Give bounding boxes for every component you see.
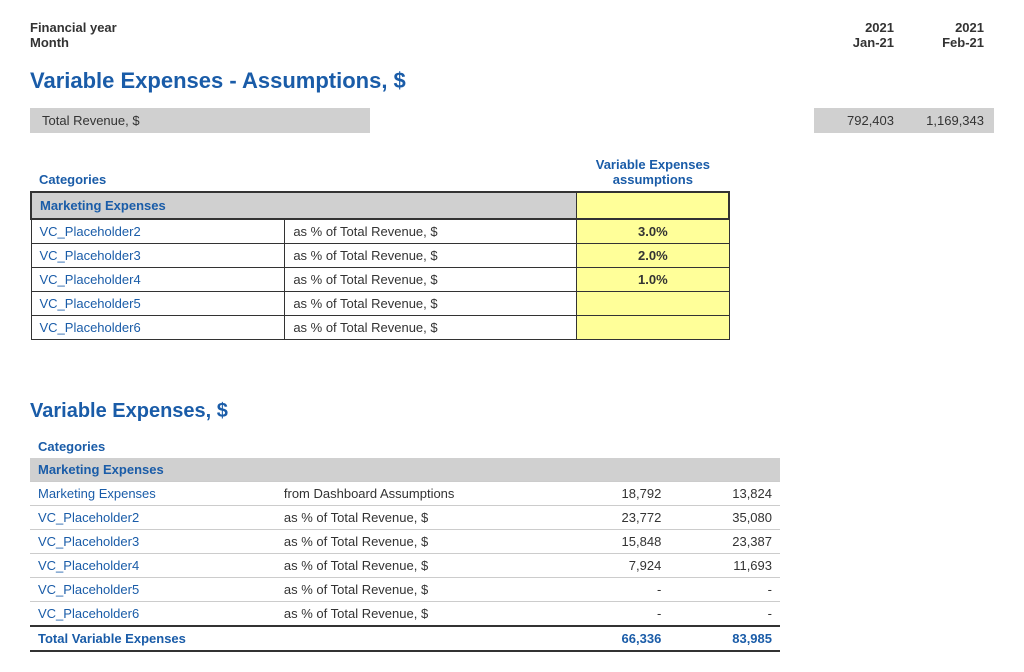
assumptions-table: Categories Variable Expenses assumptions… xyxy=(30,153,730,340)
ve-col-desc xyxy=(276,435,559,458)
ve-group-header: Marketing Expenses xyxy=(30,458,780,482)
total-revenue-label: Total Revenue, $ xyxy=(30,108,370,133)
header-columns: 2021 Jan-21 2021 Feb-21 xyxy=(814,20,994,50)
ve-col-header: Categories xyxy=(30,435,780,458)
fy-label: Financial year xyxy=(30,20,117,35)
total-revenue-row: Total Revenue, $ 792,403 1,169,343 xyxy=(30,108,994,133)
table-row: VC_Placeholder5 as % of Total Revenue, $ xyxy=(31,292,729,316)
ve-section-title: Variable Expenses, $ xyxy=(30,400,994,423)
ve-col-categories: Categories xyxy=(30,435,276,458)
table-row: VC_Placeholder4 as % of Total Revenue, $… xyxy=(30,554,780,578)
table-row: VC_Placeholder3 as % of Total Revenue, $… xyxy=(31,244,729,268)
total-revenue-col1: 792,403 xyxy=(814,108,904,133)
table-row: VC_Placeholder2 as % of Total Revenue, $… xyxy=(30,506,780,530)
table-row: VC_Placeholder6 as % of Total Revenue, $ xyxy=(31,316,729,340)
total-revenue-col2: 1,169,343 xyxy=(904,108,994,133)
ve-table: Categories Marketing Expenses Marketing … xyxy=(30,435,780,652)
col2-fy: 2021 xyxy=(904,20,984,35)
header-left: Financial year Month xyxy=(30,20,117,50)
table-row: VC_Placeholder3 as % of Total Revenue, $… xyxy=(30,530,780,554)
assumptions-title: Variable Expenses - Assumptions, $ xyxy=(30,68,994,94)
col-desc-header xyxy=(285,153,577,192)
group-header-label: Marketing Expenses xyxy=(31,192,577,219)
table-row: VC_Placeholder6 as % of Total Revenue, $… xyxy=(30,602,780,627)
table-row: VC_Placeholder2 as % of Total Revenue, $… xyxy=(31,219,729,244)
table-row: VC_Placeholder5 as % of Total Revenue, $… xyxy=(30,578,780,602)
assumptions-group-header: Marketing Expenses xyxy=(31,192,729,219)
month-label: Month xyxy=(30,35,117,50)
ve-total-col1: 66,336 xyxy=(559,626,670,651)
ve-total-label: Total Variable Expenses xyxy=(30,626,559,651)
col2-header: 2021 Feb-21 xyxy=(904,20,994,50)
variable-expenses-section: Variable Expenses, $ Categories Marketin… xyxy=(30,400,994,652)
group-header-val xyxy=(577,192,729,219)
col2-month: Feb-21 xyxy=(904,35,984,50)
page-header: Financial year Month 2021 Jan-21 2021 Fe… xyxy=(30,20,994,50)
col1-fy: 2021 xyxy=(814,20,894,35)
assumptions-col-header: Categories Variable Expenses assumptions xyxy=(31,153,729,192)
ve-total-row: Total Variable Expenses 66,336 83,985 xyxy=(30,626,780,651)
col-var-exp-header: Variable Expenses assumptions xyxy=(577,153,729,192)
assumptions-section: Variable Expenses - Assumptions, $ Total… xyxy=(30,68,994,340)
col1-month: Jan-21 xyxy=(814,35,894,50)
ve-total-col2: 83,985 xyxy=(669,626,780,651)
table-row: Marketing Expenses from Dashboard Assump… xyxy=(30,482,780,506)
col-categories-header: Categories xyxy=(31,153,285,192)
ve-group-header-label: Marketing Expenses xyxy=(30,458,780,482)
total-revenue-values: 792,403 1,169,343 xyxy=(814,108,994,133)
col1-header: 2021 Jan-21 xyxy=(814,20,904,50)
ve-col2 xyxy=(669,435,780,458)
table-row: VC_Placeholder4 as % of Total Revenue, $… xyxy=(31,268,729,292)
ve-col1 xyxy=(559,435,670,458)
